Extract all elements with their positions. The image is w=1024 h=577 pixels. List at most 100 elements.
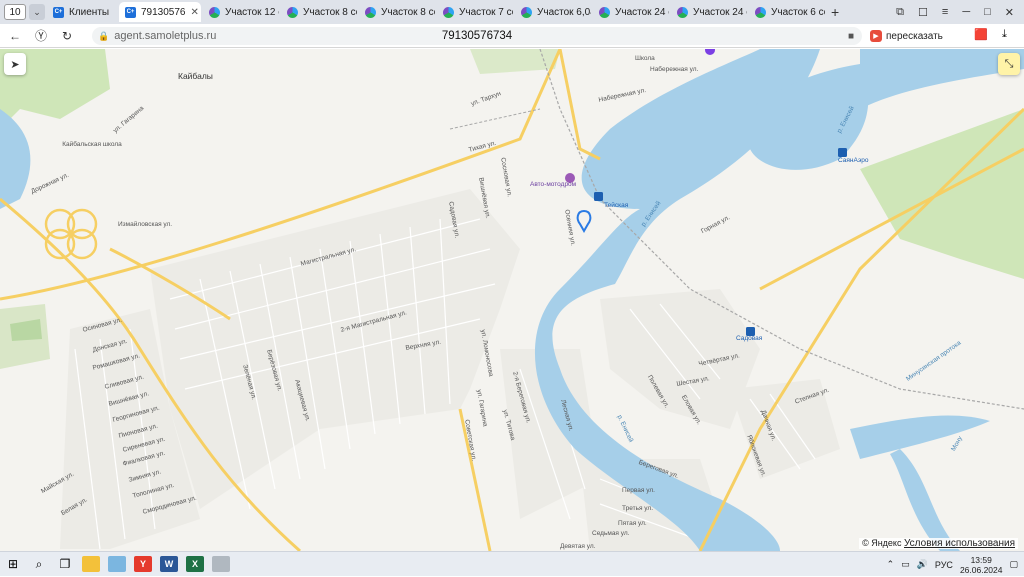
street-label: Набережная ул. bbox=[650, 66, 699, 73]
canal bbox=[850, 415, 990, 459]
tab-counter[interactable]: 10 bbox=[4, 4, 26, 20]
crm-c-icon: C+ bbox=[125, 6, 136, 18]
map-attribution: © Яндекс Условия использования bbox=[859, 538, 1018, 549]
place-label: Школа bbox=[635, 55, 655, 62]
excel-icon[interactable]: X bbox=[182, 552, 208, 577]
tab-listing[interactable]: Участок 6 сот bbox=[749, 2, 825, 22]
avito-icon bbox=[755, 6, 766, 18]
search-icon[interactable]: ⌕ bbox=[26, 552, 52, 577]
location-pin-icon bbox=[576, 209, 592, 234]
tab-label: Участок 8 сот bbox=[381, 6, 435, 18]
avito-icon bbox=[287, 6, 298, 18]
url-field[interactable]: 🔒 agent.samoletplus.ru 79130576734 ■ bbox=[92, 27, 862, 45]
street-label: Третья ул. bbox=[622, 505, 654, 512]
minimize-icon[interactable]: ─ bbox=[962, 6, 970, 18]
volume-icon[interactable]: 🔊 bbox=[917, 559, 928, 570]
avito-icon bbox=[677, 6, 688, 18]
tab-label: 79130576 bbox=[141, 6, 186, 18]
tab-listing[interactable]: Участок 8 сот bbox=[281, 2, 357, 22]
tab-label: Участок 12 со bbox=[225, 6, 279, 18]
maximize-icon[interactable]: □ bbox=[984, 6, 991, 18]
avito-icon bbox=[599, 6, 610, 18]
tab-listing[interactable]: Участок 6,04 bbox=[515, 2, 591, 22]
tab-label: Клиенты bbox=[69, 6, 110, 18]
notepad-icon[interactable] bbox=[104, 552, 130, 577]
clock-date: 26.06.2024 bbox=[959, 564, 1003, 575]
download-icon[interactable]: ⤓ bbox=[1002, 28, 1007, 41]
tab-label: Участок 6 сот bbox=[771, 6, 825, 18]
place-label: СаянАэро bbox=[838, 157, 869, 164]
poi-icon bbox=[705, 49, 715, 55]
train-station-icon bbox=[594, 192, 603, 201]
yandex-copyright: © Яндекс bbox=[862, 538, 902, 548]
street-label: Измайловская ул. bbox=[118, 221, 173, 228]
word-icon[interactable]: W bbox=[156, 552, 182, 577]
lock-icon: 🔒 bbox=[98, 30, 110, 41]
river-left bbox=[0, 109, 31, 209]
windows-start-icon[interactable]: ⊞ bbox=[0, 552, 26, 577]
bookmarks-icon[interactable]: ☐ bbox=[918, 6, 928, 19]
street-label: Седьмая ул. bbox=[592, 530, 630, 537]
fullscreen-button[interactable]: ⤡ bbox=[998, 53, 1020, 75]
close-icon[interactable]: ✕ bbox=[191, 7, 199, 18]
summarize-button[interactable]: ▶ пересказать bbox=[870, 28, 943, 44]
street-label: Первая ул. bbox=[622, 487, 655, 494]
clock-time: 13:59 bbox=[970, 554, 992, 565]
back-arrow-icon[interactable]: ← bbox=[4, 29, 26, 43]
avito-icon bbox=[365, 6, 376, 18]
airport-icon bbox=[838, 148, 847, 157]
tabs-list-icon[interactable]: ⧉ bbox=[896, 6, 904, 19]
windows-taskbar: ⊞ ⌕ ❐ Y W X ⌃ ▭ 🔊 РУС 13:59 26.06.2024 ▢ bbox=[0, 551, 1024, 576]
tab-active-phone[interactable]: C+ 79130576 ✕ bbox=[119, 2, 201, 22]
avito-icon bbox=[443, 6, 454, 18]
tab-label: Участок 24 со bbox=[615, 6, 669, 18]
paint-icon[interactable] bbox=[208, 552, 234, 577]
chevron-down-icon[interactable]: ⌄ bbox=[29, 4, 45, 20]
url-text: agent.samoletplus.ru bbox=[114, 30, 217, 42]
close-window-icon[interactable]: ✕ bbox=[1005, 6, 1014, 19]
notifications-icon[interactable]: ▢ bbox=[1009, 559, 1018, 570]
network-icon[interactable]: ▭ bbox=[901, 559, 910, 570]
tab-listing[interactable]: Участок 7 сот bbox=[437, 2, 513, 22]
extension-icon[interactable]: 🟥 bbox=[974, 28, 988, 41]
window-controls: ⧉ ☐ ≡ ─ □ ✕ bbox=[896, 0, 1024, 24]
map-view[interactable]: Кайбалы Кайбальская школа Школа Авто-мот… bbox=[0, 49, 1024, 551]
tab-listing[interactable]: Участок 24 со bbox=[593, 2, 669, 22]
crm-c-icon: C+ bbox=[53, 6, 64, 18]
yandex-browser-icon[interactable]: Y bbox=[130, 552, 156, 577]
tab-listing[interactable]: Участок 12 со bbox=[203, 2, 279, 22]
street-label: Девятая ул. bbox=[560, 543, 596, 550]
tab-label: Участок 24 со bbox=[693, 6, 747, 18]
place-label: Авто-мотодром bbox=[530, 181, 577, 188]
avito-icon bbox=[209, 6, 220, 18]
tab-clients[interactable]: C+ Клиенты bbox=[47, 2, 117, 22]
canal bbox=[890, 449, 960, 551]
summarize-icon: ▶ bbox=[870, 30, 882, 42]
place-label: Кайбалы bbox=[178, 71, 213, 81]
interchange bbox=[66, 228, 98, 260]
terms-link[interactable]: Условия использования bbox=[904, 538, 1015, 549]
place-label: Тейская bbox=[604, 202, 629, 209]
bookmark-icon[interactable]: ■ bbox=[848, 31, 854, 42]
reload-icon[interactable]: ↻ bbox=[56, 29, 78, 43]
collapse-icon: ⤡ bbox=[1004, 57, 1014, 70]
system-tray: ⌃ ▭ 🔊 РУС 13:59 26.06.2024 ▢ bbox=[887, 552, 1018, 577]
language-indicator[interactable]: РУС bbox=[935, 560, 953, 570]
new-tab-button[interactable]: + bbox=[831, 4, 839, 20]
tab-listing[interactable]: Участок 8 сот bbox=[359, 2, 435, 22]
task-view-icon[interactable]: ❐ bbox=[52, 552, 78, 577]
yandex-icon[interactable]: Ⓨ bbox=[30, 27, 52, 44]
tab-label: Участок 6,04 bbox=[537, 6, 591, 18]
chevron-up-icon[interactable]: ⌃ bbox=[887, 559, 895, 570]
avito-icon bbox=[521, 6, 532, 18]
tab-listing[interactable]: Участок 24 со bbox=[671, 2, 747, 22]
file-explorer-icon[interactable] bbox=[78, 552, 104, 577]
place-label: Садовая bbox=[736, 335, 763, 342]
street-label: Пятая ул. bbox=[618, 520, 647, 527]
menu-icon[interactable]: ≡ bbox=[942, 6, 948, 18]
summarize-label: пересказать bbox=[886, 30, 943, 42]
clock[interactable]: 13:59 26.06.2024 bbox=[960, 555, 1003, 575]
tab-label: Участок 7 сот bbox=[459, 6, 513, 18]
tab-label: Участок 8 сот bbox=[303, 6, 357, 18]
geolocation-button[interactable]: ➤ bbox=[4, 53, 26, 75]
